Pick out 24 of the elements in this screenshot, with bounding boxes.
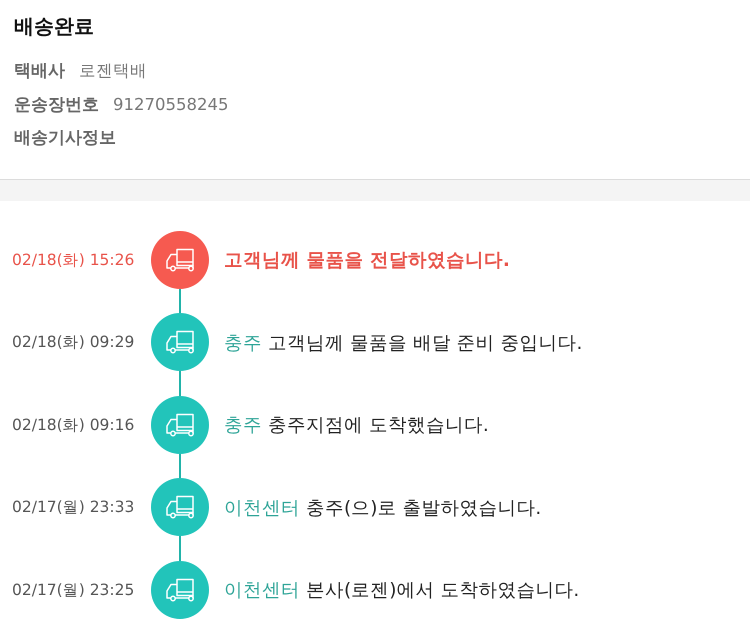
event-message: 충주(으)로 출발하였습니다. xyxy=(306,496,542,520)
event-location: 충주 xyxy=(224,414,262,437)
info-label: 배송기사정보 xyxy=(14,127,116,150)
event-location: 이천센터 xyxy=(224,579,300,602)
timeline-connector xyxy=(179,288,181,313)
info-value: 91270558245 xyxy=(113,94,228,114)
info-value: 로젠택배 xyxy=(79,60,147,82)
info-label: 택배사 xyxy=(14,60,65,82)
event-message: 충주지점에 도착했습니다. xyxy=(268,414,489,437)
delivery-status-title: 배송완료 xyxy=(14,13,95,40)
event-message: 고객님께 물품을 전달하였습니다. xyxy=(224,249,510,272)
timeline-connector xyxy=(179,371,181,396)
event-location: 충주 xyxy=(224,332,262,354)
event-time: 02/17(월) 23:33 xyxy=(11,497,136,518)
timeline-connector xyxy=(179,454,181,478)
event-time: 02/18(화) 09:16 xyxy=(11,414,136,436)
info-label: 운송장번호 xyxy=(14,94,99,116)
event-location: 이천센터 xyxy=(224,496,300,520)
timeline-connector xyxy=(179,536,181,560)
event-time: 02/18(화) 09:29 xyxy=(11,332,136,353)
event-message: 고객님께 물품을 배달 준비 중입니다. xyxy=(268,332,582,354)
event-time: 02/17(월) 23:25 xyxy=(11,580,136,600)
event-time: 02/18(화) 15:26 xyxy=(11,250,136,270)
event-message: 본사(로젠)에서 도착하였습니다. xyxy=(306,579,580,602)
